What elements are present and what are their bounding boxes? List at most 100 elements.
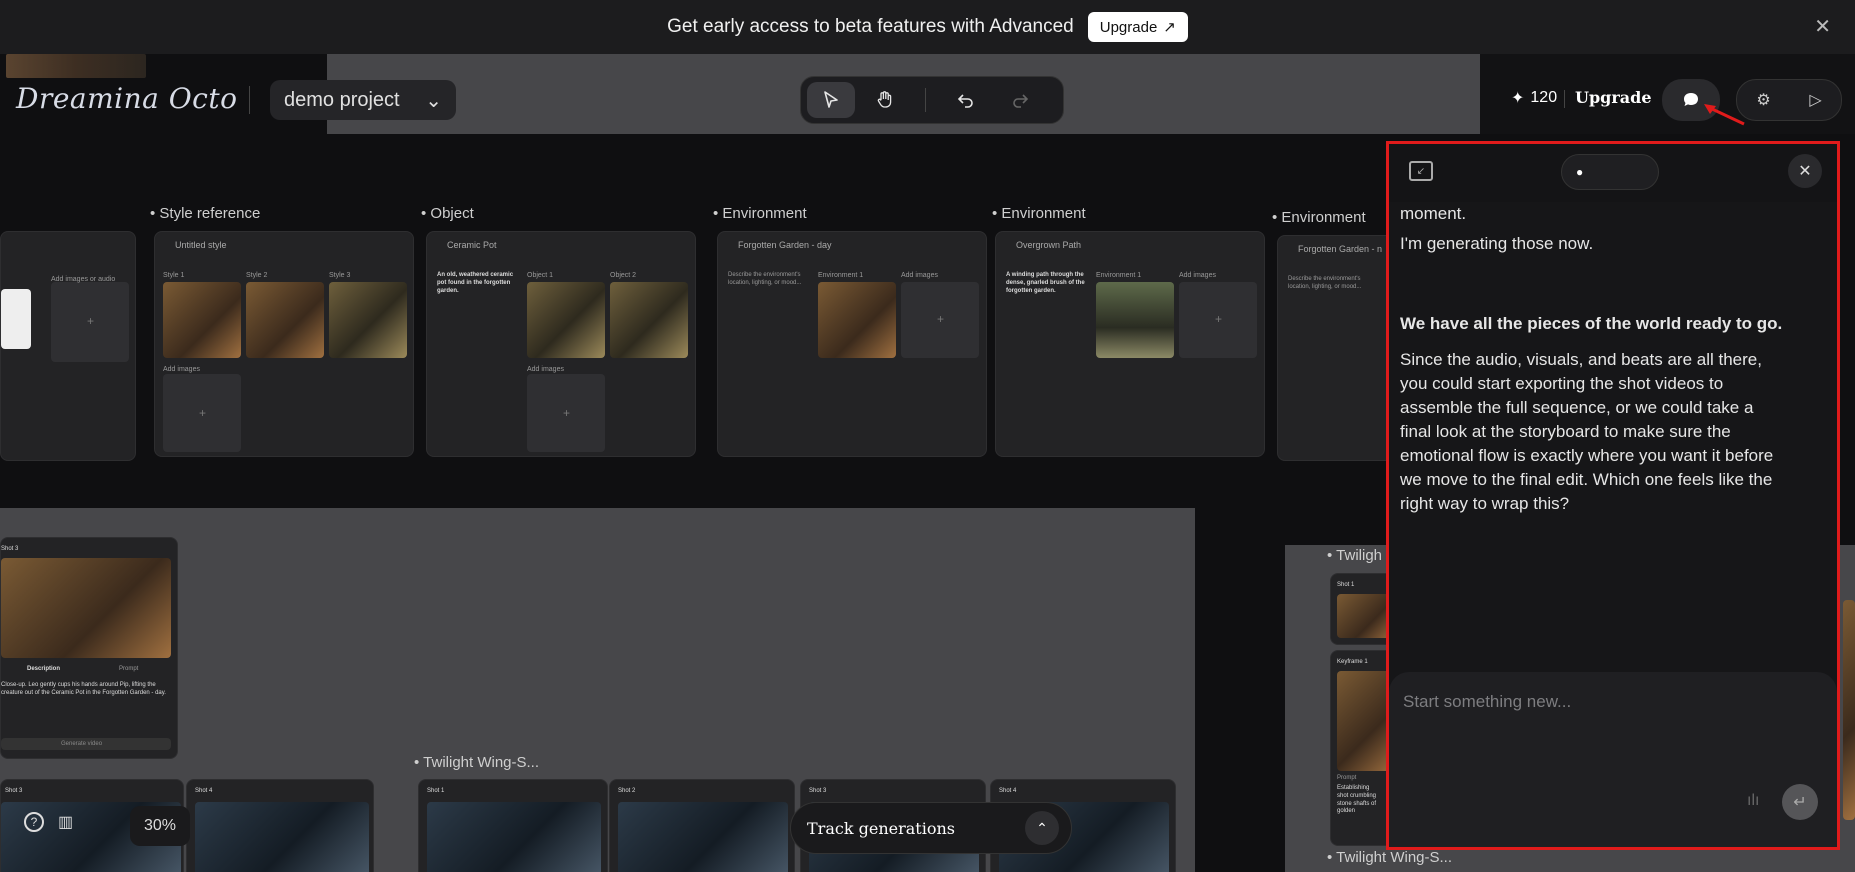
toolbar-divider bbox=[925, 88, 926, 112]
project-name: demo project bbox=[284, 88, 400, 111]
add-images-label: Add images bbox=[1179, 272, 1216, 279]
track-generations-label: Track generations bbox=[807, 818, 955, 838]
tab-description[interactable]: Description bbox=[27, 666, 60, 672]
section-env3-label: Environment bbox=[1281, 209, 1366, 226]
style-image[interactable] bbox=[246, 282, 324, 358]
shot-thumbnail[interactable] bbox=[195, 802, 369, 872]
canvas-thumbnail[interactable] bbox=[6, 54, 146, 78]
hand-pan-icon[interactable] bbox=[861, 82, 909, 118]
card-title: Overgrown Path bbox=[1016, 240, 1082, 250]
close-icon[interactable]: ✕ bbox=[1788, 154, 1822, 188]
annotation-arrow bbox=[1704, 104, 1745, 126]
add-media-label: Add images or audio bbox=[51, 276, 116, 283]
slot-label: Environment 1 bbox=[1096, 272, 1142, 279]
add-media-slot[interactable]: + bbox=[51, 282, 129, 362]
send-button[interactable]: ↵ bbox=[1782, 784, 1818, 820]
zoom-level[interactable]: 30% bbox=[130, 806, 190, 846]
add-images-label: Add images bbox=[901, 272, 938, 279]
add-image-slot[interactable]: + bbox=[163, 374, 241, 452]
credits-count: 120 bbox=[1530, 89, 1558, 106]
environment-card[interactable]: Forgotten Garden - n Describe the enviro… bbox=[1277, 235, 1397, 461]
session-indicator: ● bbox=[1576, 165, 1584, 179]
shot-thumbnail[interactable] bbox=[1, 558, 171, 658]
undo-icon[interactable] bbox=[942, 82, 990, 118]
shot-card[interactable]: Shot 4 bbox=[186, 779, 374, 872]
chevron-up-icon[interactable]: ⌃ bbox=[1025, 811, 1059, 845]
character-image[interactable] bbox=[1, 289, 31, 349]
canvas-toolbar bbox=[800, 76, 1064, 124]
section-label: • Environment bbox=[1272, 209, 1366, 226]
shot-description: Close-up. Leo gently cups his hands arou… bbox=[1, 682, 166, 696]
style-image[interactable] bbox=[163, 282, 241, 358]
chat-input-placeholder: Start something new... bbox=[1403, 692, 1572, 711]
generate-video-button[interactable]: Generate video bbox=[1, 738, 171, 750]
banner-upgrade-button[interactable]: Upgrade ↗ bbox=[1087, 12, 1188, 42]
keyframe-prompt: Establishing shot crumbling stone shafts… bbox=[1337, 785, 1377, 815]
sequence-title-bottom: Twilight Wing-S... bbox=[1336, 849, 1453, 866]
sequence-title-right: Twiligh bbox=[1336, 547, 1383, 564]
object-image[interactable] bbox=[610, 282, 688, 358]
add-image-slot[interactable]: + bbox=[527, 374, 605, 452]
redo-icon[interactable] bbox=[996, 82, 1044, 118]
chat-message-heading: We have all the pieces of the world read… bbox=[1400, 314, 1783, 333]
add-images-label: Add images bbox=[163, 366, 200, 373]
chat-input[interactable]: Start something new... ılı ↵ bbox=[1389, 672, 1837, 847]
collapse-icon[interactable]: ↙ bbox=[1409, 161, 1433, 181]
sparkle-icon: ✦ bbox=[1511, 90, 1525, 107]
section-object-label: Object bbox=[430, 205, 474, 222]
chat-bubble-icon bbox=[1684, 93, 1698, 106]
object-card[interactable]: Ceramic Pot An old, weathered ceramic po… bbox=[426, 231, 696, 457]
divider bbox=[249, 86, 250, 114]
environment-card[interactable]: Overgrown Path A winding path through th… bbox=[995, 231, 1265, 457]
card-title: Forgotten Garden - day bbox=[738, 240, 832, 250]
style-image[interactable] bbox=[329, 282, 407, 358]
object-image[interactable] bbox=[527, 282, 605, 358]
shot-title: Shot 3 bbox=[5, 788, 23, 794]
sequence-label: • Twiligh bbox=[1327, 547, 1383, 564]
track-generations-bar[interactable]: Track generations ⌃ bbox=[790, 802, 1072, 854]
environment-image[interactable] bbox=[818, 282, 896, 358]
sequence-label: • Twilight Wing-S... bbox=[414, 754, 540, 771]
chat-message: Since the audio, visuals, and beats are … bbox=[1400, 350, 1774, 513]
chat-session-pill[interactable]: ● bbox=[1561, 154, 1659, 190]
add-image-slot[interactable]: + bbox=[901, 282, 979, 358]
select-cursor-icon[interactable] bbox=[807, 82, 855, 118]
slot-label: Style 3 bbox=[329, 272, 351, 279]
banner-text: Get early access to beta features with A… bbox=[667, 16, 1074, 37]
environment-card[interactable]: Forgotten Garden - day Describe the envi… bbox=[717, 231, 987, 457]
slot-label: Environment 1 bbox=[818, 272, 864, 279]
add-image-slot[interactable]: + bbox=[1179, 282, 1257, 358]
section-label: • Environment bbox=[992, 205, 1086, 222]
chat-messages: moment. I'm generating those now. We hav… bbox=[1400, 202, 1800, 526]
shot-thumbnail[interactable] bbox=[427, 802, 601, 872]
bottom-controls: ? ▥ bbox=[24, 812, 73, 832]
section-label: • Environment bbox=[713, 205, 807, 222]
shot-card[interactable]: Shot 3 Description Prompt Close-up. Leo … bbox=[0, 537, 178, 759]
help-icon[interactable]: ? bbox=[24, 812, 44, 832]
slot-label: Object 1 bbox=[527, 272, 554, 279]
generate-video-label: Generate video bbox=[61, 741, 103, 747]
close-icon[interactable]: ✕ bbox=[1814, 14, 1831, 39]
tab-prompt[interactable]: Prompt bbox=[119, 666, 138, 672]
shot-card[interactable]: Shot 1 bbox=[418, 779, 608, 872]
environment-image[interactable] bbox=[1096, 282, 1174, 358]
side-thumbnail[interactable] bbox=[1843, 600, 1855, 820]
header-upgrade-button[interactable]: Upgrade bbox=[1575, 88, 1652, 107]
microphone-icon[interactable]: ılı bbox=[1747, 792, 1759, 810]
section-label: • Object bbox=[421, 205, 474, 222]
settings-icon[interactable]: ⚙ bbox=[1756, 90, 1770, 110]
chat-message: I'm generating those now. bbox=[1400, 234, 1594, 253]
app-root: Get early access to beta features with A… bbox=[0, 0, 1855, 872]
project-selector[interactable]: demo project ⌄ bbox=[270, 80, 456, 120]
map-icon[interactable]: ▥ bbox=[58, 812, 73, 832]
character-card[interactable]: + Add images or audio bbox=[0, 231, 136, 461]
keyframe-title: Keyframe 1 bbox=[1337, 659, 1368, 665]
play-icon[interactable]: ▷ bbox=[1809, 90, 1821, 110]
credits-display[interactable]: ✦ 120 bbox=[1511, 88, 1557, 108]
shot-thumbnail[interactable] bbox=[618, 802, 788, 872]
shot-card[interactable]: Shot 2 bbox=[609, 779, 795, 872]
slot-label: Object 2 bbox=[610, 272, 637, 279]
shot-title: Shot 1 bbox=[427, 788, 445, 794]
shot-title: Shot 1 bbox=[1337, 582, 1355, 588]
style-card[interactable]: Untitled style Style 1 Style 2 Style 3 A… bbox=[154, 231, 414, 457]
